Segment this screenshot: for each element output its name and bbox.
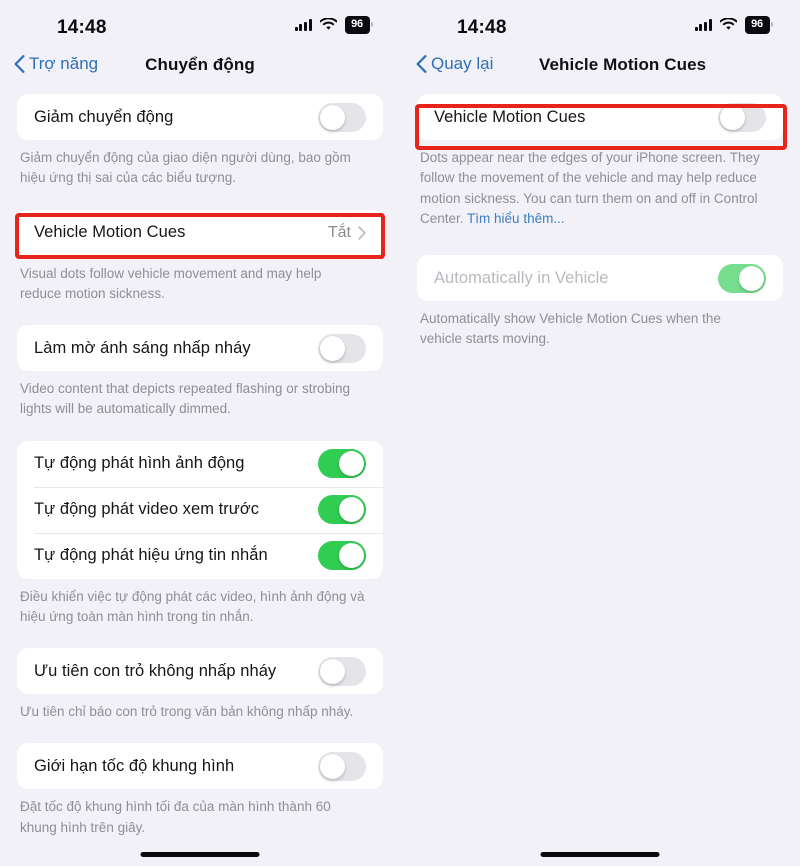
settings-group-frame-rate: Giới hạn tốc độ khung hình [17, 743, 383, 790]
settings-group-dim-flashing: Làm mờ ánh sáng nhấp nháy [17, 325, 383, 371]
status-bar-right: 14:48 96 [400, 0, 800, 46]
settings-list-left: Giảm chuyển động Giảm chuyển động của gi… [0, 94, 400, 838]
nav-bar-left: Trợ năng Chuyển động [0, 46, 400, 94]
settings-group-reduce-motion: Giảm chuyển động [17, 94, 383, 140]
battery-icon: 96 [744, 16, 773, 34]
toggle-dim-flashing-lights[interactable] [318, 333, 366, 363]
home-indicator-left [140, 851, 260, 857]
status-bar-indicators: 96 [294, 16, 373, 34]
status-bar-time: 14:48 [457, 17, 507, 38]
row-limit-frame-rate[interactable]: Giới hạn tốc độ khung hình [17, 743, 383, 789]
left-phone-screen: 14:48 96 Trợ năng Chuyển động Giảm chuyể… [0, 0, 400, 866]
row-vehicle-motion-cues-toggle[interactable]: Vehicle Motion Cues [417, 94, 783, 140]
settings-group-automatically-in-vehicle: Automatically in Vehicle [417, 255, 783, 301]
toggle-prefer-non-blinking-cursor[interactable] [318, 656, 366, 686]
toggle-limit-frame-rate[interactable] [318, 751, 366, 781]
toggle-auto-play-animated-images[interactable] [318, 449, 366, 478]
toggle-vehicle-motion-cues[interactable] [718, 102, 766, 132]
row-reduce-motion[interactable]: Giảm chuyển động [17, 94, 383, 140]
row-dim-flashing-lights[interactable]: Làm mờ ánh sáng nhấp nháy [17, 325, 383, 371]
chevron-left-icon [416, 55, 427, 73]
page-title-left: Chuyển động [145, 55, 255, 74]
status-bar-time: 14:48 [57, 17, 107, 38]
row-label: Làm mờ ánh sáng nhấp nháy [34, 338, 251, 357]
row-label: Giới hạn tốc độ khung hình [34, 756, 235, 775]
page-title-right: Vehicle Motion Cues [539, 55, 707, 74]
row-vehicle-motion-cues[interactable]: Vehicle Motion Cues Tắt [17, 210, 383, 256]
row-label: Ưu tiên con trỏ không nhấp nháy [34, 661, 277, 680]
row-value-label: Tắt [327, 223, 351, 241]
toggle-auto-play-message-effects[interactable] [318, 541, 366, 570]
toggle-reduce-motion[interactable] [318, 102, 366, 132]
row-label: Giảm chuyển động [34, 107, 174, 126]
row-auto-play-animated-images[interactable]: Tự động phát hình ảnh động [17, 441, 383, 487]
right-phone-screen: 14:48 96 Quay lại Vehicle Motion Cues Ve… [400, 0, 800, 866]
footnote-frame-rate: Đặt tốc độ khung hình tối đa của màn hìn… [20, 799, 331, 835]
nav-bar-right: Quay lại Vehicle Motion Cues [400, 46, 800, 94]
battery-level-label: 96 [744, 16, 770, 34]
row-label: Tự động phát hiệu ứng tin nhắn [34, 546, 268, 564]
learn-more-link[interactable]: Tìm hiểu thêm... [467, 211, 565, 226]
settings-group-vehicle-motion-cues-main: Vehicle Motion Cues [417, 94, 783, 140]
footnote-automatically-in-vehicle: Automatically show Vehicle Motion Cues w… [420, 311, 721, 347]
row-automatically-in-vehicle[interactable]: Automatically in Vehicle [417, 255, 783, 301]
row-label: Tự động phát video xem trước [34, 500, 260, 518]
toggle-auto-play-video-previews[interactable] [318, 495, 366, 524]
footnote-reduce-motion: Giảm chuyển động của giao diện người dùn… [20, 150, 351, 186]
toggle-automatically-in-vehicle[interactable] [718, 263, 766, 293]
settings-group-cursor: Ưu tiên con trỏ không nhấp nháy [17, 648, 383, 694]
battery-level-label: 96 [344, 16, 370, 34]
wifi-icon [318, 17, 338, 31]
status-bar-indicators: 96 [694, 16, 773, 34]
home-indicator-right [540, 851, 660, 857]
row-label: Tự động phát hình ảnh động [34, 454, 245, 472]
battery-icon: 96 [344, 16, 373, 34]
settings-group-vehicle-motion-cues: Vehicle Motion Cues Tắt [17, 209, 383, 256]
footnote-autoplay: Điều khiển việc tự động phát các video, … [20, 588, 365, 624]
footnote-vehicle-motion-cues: Visual dots follow vehicle movement and … [20, 265, 322, 301]
back-button-quay-lai[interactable]: Quay lại [416, 54, 493, 74]
settings-group-autoplay: Tự động phát hình ảnh động Tự động phát … [17, 440, 383, 579]
row-label: Vehicle Motion Cues [34, 223, 186, 241]
footnote-cursor: Ưu tiên chỉ báo con trỏ trong văn bản kh… [20, 704, 354, 719]
row-prefer-non-blinking-cursor[interactable]: Ưu tiên con trỏ không nhấp nháy [17, 648, 383, 694]
wifi-icon [718, 17, 738, 31]
row-label: Vehicle Motion Cues [434, 107, 586, 126]
cellular-bars-icon [694, 18, 712, 32]
settings-list-right: Vehicle Motion Cues Dots appear near the… [400, 94, 800, 350]
footnote-vehicle-motion-cues-description: Dots appear near the edges of your iPhon… [417, 140, 783, 229]
back-button-label: Quay lại [431, 54, 494, 73]
status-bar-left: 14:48 96 [0, 0, 400, 46]
chevron-right-icon [358, 225, 366, 240]
cellular-bars-icon [294, 18, 312, 32]
row-auto-play-video-previews[interactable]: Tự động phát video xem trước [17, 486, 383, 533]
row-value-group: Tắt [328, 224, 366, 242]
dual-screenshot-container: 14:48 96 Trợ năng Chuyển động Giảm chuyể… [0, 0, 800, 866]
row-auto-play-message-effects[interactable]: Tự động phát hiệu ứng tin nhắn [17, 532, 383, 579]
row-label: Automatically in Vehicle [434, 268, 609, 287]
footnote-dim-flashing: Video content that depicts repeated flas… [20, 381, 350, 417]
